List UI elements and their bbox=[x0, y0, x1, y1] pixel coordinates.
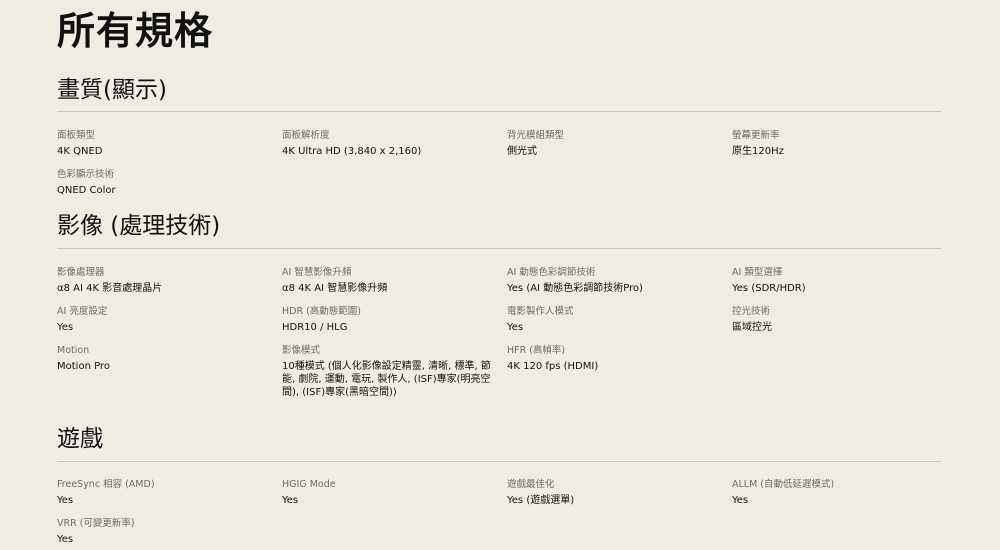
spec-label: 背光模組類型 bbox=[507, 130, 565, 141]
spec-game-optimizer: 遊戲最佳化 Yes (遊戲選單) bbox=[507, 479, 732, 507]
spec-label: 色彩顯示技術 bbox=[57, 169, 115, 180]
spec-hfr: HFR (高幀率) 4K 120 fps (HDMI) bbox=[507, 345, 732, 399]
spec-grid-display: 面板類型 4K QNED 面板解析度 4K Ultra HD (3,840 x … bbox=[57, 130, 941, 197]
spec-value: 原生120Hz bbox=[732, 146, 784, 157]
spec-hgig: HGIG Mode Yes bbox=[282, 479, 507, 507]
spec-value: Yes (AI 動態色彩調節技術Pro) bbox=[507, 283, 643, 294]
spec-panel-type: 面板類型 4K QNED bbox=[57, 130, 282, 158]
spec-hdr: HDR (高動態範圍) HDR10 / HLG bbox=[282, 306, 507, 334]
spec-ai-genre-selection: AI 類型選擇 Yes (SDR/HDR) bbox=[732, 267, 941, 295]
spec-value: Yes (遊戲選單) bbox=[507, 495, 575, 506]
spec-page: 所有規格 畫質(顯示) 面板類型 4K QNED 面板解析度 4K Ultra … bbox=[0, 0, 1000, 546]
spec-ai-brightness: AI 亮度設定 Yes bbox=[57, 306, 282, 334]
spec-value: 4K QNED bbox=[57, 146, 103, 157]
spec-freesync: FreeSync 相容 (AMD) Yes bbox=[57, 479, 282, 507]
spec-picture-modes: 影像模式 10種模式 (個人化影像設定精靈, 清晰, 標準, 節能, 劇院, 運… bbox=[282, 345, 507, 399]
spec-value: HDR10 / HLG bbox=[282, 322, 348, 333]
spec-label: 電影製作人模式 bbox=[507, 306, 574, 317]
spec-label: 控光技術 bbox=[732, 306, 771, 317]
spec-value: 10種模式 (個人化影像設定精靈, 清晰, 標準, 節能, 劇院, 運動, 電玩… bbox=[282, 361, 491, 398]
spec-filmmaker-mode: 電影製作人模式 Yes bbox=[507, 306, 732, 334]
section-divider bbox=[57, 461, 941, 462]
spec-label: HGIG Mode bbox=[282, 479, 336, 490]
spec-label: VRR (可變更新率) bbox=[57, 518, 135, 529]
spec-value: 區域控光 bbox=[732, 322, 772, 333]
section-title-gaming: 遊戲 bbox=[57, 426, 103, 452]
spec-label: AI 動態色彩調節技術 bbox=[507, 267, 596, 278]
page-title: 所有規格 bbox=[57, 9, 214, 53]
spec-label: AI 類型選擇 bbox=[732, 267, 783, 278]
spec-label: 影像處理器 bbox=[57, 267, 105, 278]
spec-refresh-rate: 螢幕更新率 原生120Hz bbox=[732, 130, 941, 158]
spec-label: 遊戲最佳化 bbox=[507, 479, 555, 490]
spec-label: ALLM (自動低延遲模式) bbox=[732, 479, 835, 490]
spec-label: AI 智慧影像升頻 bbox=[282, 267, 352, 278]
spec-label: 螢幕更新率 bbox=[732, 130, 780, 141]
spec-processor: 影像處理器 α8 AI 4K 影音處理晶片 bbox=[57, 267, 282, 295]
section-gaming: 遊戲 FreeSync 相容 (AMD) Yes HGIG Mode Yes 遊… bbox=[57, 424, 941, 546]
spec-value: Yes bbox=[57, 495, 74, 506]
spec-value: Yes bbox=[57, 322, 74, 333]
section-title-display: 畫質(顯示) bbox=[57, 77, 167, 103]
spec-value: 4K Ultra HD (3,840 x 2,160) bbox=[282, 146, 422, 157]
spec-label: Motion bbox=[57, 345, 90, 356]
spec-value: Yes bbox=[57, 534, 74, 545]
spec-motion: Motion Motion Pro bbox=[57, 345, 282, 399]
spec-grid-gaming: FreeSync 相容 (AMD) Yes HGIG Mode Yes 遊戲最佳… bbox=[57, 479, 941, 546]
spec-value: QNED Color bbox=[57, 185, 116, 196]
spec-value: Yes bbox=[507, 322, 524, 333]
section-video-processing: 影像 (處理技術) 影像處理器 α8 AI 4K 影音處理晶片 AI 智慧影像升… bbox=[57, 211, 941, 399]
spec-label: HDR (高動態範圍) bbox=[282, 306, 361, 317]
section-display: 畫質(顯示) 面板類型 4K QNED 面板解析度 4K Ultra HD (3… bbox=[57, 75, 941, 197]
spec-allm: ALLM (自動低延遲模式) Yes bbox=[732, 479, 941, 507]
spec-vrr: VRR (可變更新率) Yes bbox=[57, 518, 282, 546]
spec-label: AI 亮度設定 bbox=[57, 306, 108, 317]
spec-value: 4K 120 fps (HDMI) bbox=[507, 361, 599, 372]
spec-value: Yes bbox=[732, 495, 749, 506]
spec-value: α8 AI 4K 影音處理晶片 bbox=[57, 283, 163, 294]
spec-label: 面板解析度 bbox=[282, 130, 330, 141]
spec-ai-dynamic-color: AI 動態色彩調節技術 Yes (AI 動態色彩調節技術Pro) bbox=[507, 267, 732, 295]
spec-label: 面板類型 bbox=[57, 130, 96, 141]
spec-backlight-type: 背光模組類型 側光式 bbox=[507, 130, 732, 158]
spec-label: FreeSync 相容 (AMD) bbox=[57, 479, 155, 490]
section-title-video: 影像 (處理技術) bbox=[57, 213, 221, 239]
section-divider bbox=[57, 248, 941, 249]
spec-grid-video: 影像處理器 α8 AI 4K 影音處理晶片 AI 智慧影像升頻 α8 4K AI… bbox=[57, 267, 941, 399]
spec-label: 影像模式 bbox=[282, 345, 321, 356]
spec-value: Yes bbox=[282, 495, 299, 506]
spec-label: HFR (高幀率) bbox=[507, 345, 566, 356]
spec-color-technology: 色彩顯示技術 QNED Color bbox=[57, 169, 282, 197]
spec-value: 側光式 bbox=[507, 146, 537, 157]
spec-panel-resolution: 面板解析度 4K Ultra HD (3,840 x 2,160) bbox=[282, 130, 507, 158]
section-divider bbox=[57, 111, 941, 112]
spec-value: α8 4K AI 智慧影像升頻 bbox=[282, 283, 388, 294]
spec-value: Yes (SDR/HDR) bbox=[732, 283, 806, 294]
spec-dimming: 控光技術 區域控光 bbox=[732, 306, 941, 334]
spec-ai-upscaling: AI 智慧影像升頻 α8 4K AI 智慧影像升頻 bbox=[282, 267, 507, 295]
spec-value: Motion Pro bbox=[57, 361, 110, 372]
